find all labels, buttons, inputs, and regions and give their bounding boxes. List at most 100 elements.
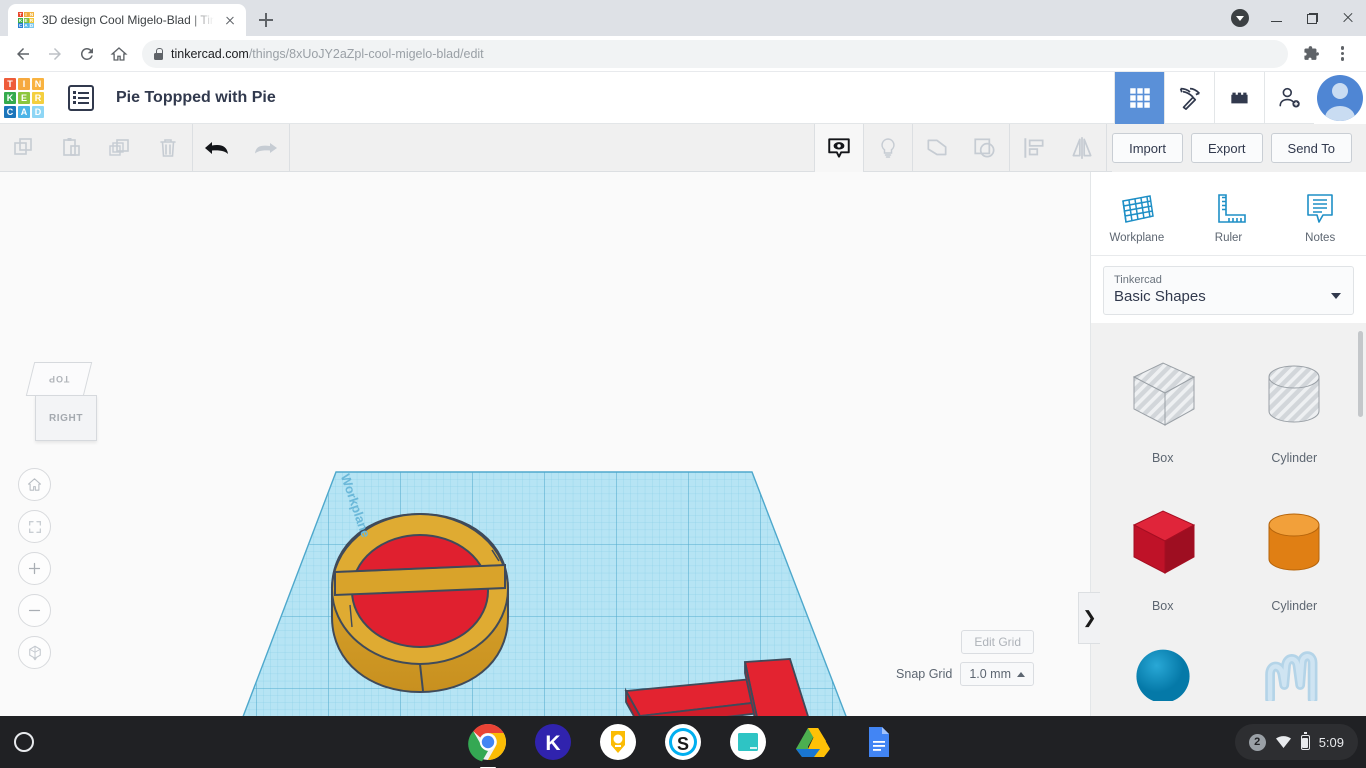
edit-grid-button[interactable]: Edit Grid	[961, 630, 1034, 654]
avatar[interactable]	[1314, 72, 1366, 124]
maximize-button[interactable]	[1294, 0, 1330, 36]
bulb-glyph	[881, 137, 895, 158]
notes-tool[interactable]: Notes	[1274, 172, 1366, 255]
address-bar[interactable]: tinkercad.com/things/8xUoJY2aZpl-cool-mi…	[142, 39, 1288, 68]
close-tab-icon[interactable]	[222, 12, 238, 28]
paste-icon[interactable]	[48, 124, 96, 172]
library-name: Basic Shapes	[1114, 288, 1206, 305]
forward-button[interactable]	[40, 39, 70, 69]
send-to-button[interactable]: Send To	[1270, 133, 1352, 163]
shapes-scrollbar[interactable]	[1358, 331, 1363, 417]
library-selector-wrap: Tinkercad Basic Shapes	[1091, 256, 1366, 323]
shape-label: Box	[1151, 599, 1174, 613]
copy-icon[interactable]	[0, 124, 48, 172]
shape-sphere[interactable]	[1099, 631, 1227, 701]
google-keep-app-icon[interactable]	[598, 722, 638, 762]
tinkercad-toolbar: Import Export Send To	[0, 123, 1366, 172]
shape-cylinder-hole[interactable]: Cylinder	[1231, 335, 1359, 479]
logo-tile-k: K	[4, 91, 16, 104]
downloads-button[interactable]	[1222, 0, 1258, 36]
logo-tile-t: T	[4, 77, 16, 90]
logo-tile-e: E	[23, 17, 29, 23]
logo-tile-a: A	[23, 23, 29, 28]
duplicate-icon[interactable]	[96, 124, 144, 172]
shape-scribble[interactable]	[1231, 631, 1359, 701]
import-button[interactable]: Import	[1112, 133, 1183, 163]
browser-tab[interactable]: TIN KER CAD 3D design Cool Migelo-Blad | T…	[8, 4, 246, 36]
perspective-toggle-icon[interactable]	[18, 636, 51, 669]
kami-app-icon[interactable]: K	[533, 722, 573, 762]
cylinder-hatched-thumb	[1268, 365, 1320, 423]
battery-icon	[1300, 732, 1310, 750]
group-icon[interactable]	[913, 124, 961, 172]
delete-trash-icon[interactable]	[144, 124, 192, 172]
logo-tile-r: R	[32, 91, 44, 104]
shape-box-solid[interactable]: Box	[1099, 483, 1227, 627]
toolbar-divider-2	[289, 123, 290, 172]
snap-grid-control: Snap Grid 1.0 mm	[896, 662, 1034, 686]
export-button[interactable]: Export	[1190, 133, 1263, 163]
logo-tile-r: R	[29, 17, 34, 23]
chrome-menu-button[interactable]	[1328, 39, 1358, 69]
url-path: /things/8xUoJY2aZpl-cool-migelo-blad/edi…	[248, 46, 484, 61]
add-user-icon[interactable]	[1264, 72, 1314, 124]
chrome-app-icon[interactable]	[468, 722, 508, 768]
show-hide-eye-icon[interactable]	[815, 123, 863, 172]
zoom-out-icon[interactable]	[18, 594, 51, 627]
extensions-button[interactable]	[1296, 39, 1326, 69]
minimize-button[interactable]	[1258, 0, 1294, 36]
library-selector[interactable]: Tinkercad Basic Shapes	[1103, 266, 1354, 315]
system-tray[interactable]: 2 5:09	[1234, 724, 1358, 760]
grid-icon	[1129, 88, 1150, 108]
mirror-icon[interactable]	[1058, 124, 1106, 172]
drive-glyph	[796, 728, 830, 757]
project-menu-button[interactable]	[68, 84, 94, 111]
new-tab-button[interactable]	[252, 6, 280, 34]
panel-collapse-handle[interactable]: ❯	[1078, 592, 1100, 644]
shelf-app-list: K S	[468, 722, 898, 768]
shape-box-hole[interactable]: Box	[1099, 335, 1227, 479]
redo-glyph	[255, 142, 277, 153]
home-button[interactable]	[104, 39, 134, 69]
snap-grid-select[interactable]: 1.0 mm	[960, 662, 1034, 686]
ruler-icon	[1217, 194, 1246, 223]
skype-app-icon[interactable]: S	[663, 722, 703, 762]
view-tool-group	[814, 123, 1107, 172]
logo-tile-i: I	[18, 77, 30, 90]
view-cube-front-face[interactable]: RIGHT	[35, 395, 97, 441]
google-docs-app-icon[interactable]	[858, 722, 898, 762]
google-drive-app-icon[interactable]	[793, 722, 833, 762]
ungroup-icon[interactable]	[961, 124, 1009, 172]
tinkercad-logo[interactable]: TIN KER CAD	[2, 76, 46, 120]
view-cube-top-face[interactable]: TOP	[25, 362, 93, 396]
shape-cylinder-solid[interactable]: Cylinder	[1231, 483, 1359, 627]
view-cube-top-label: TOP	[48, 374, 70, 384]
zoom-in-icon[interactable]	[18, 552, 51, 585]
back-button[interactable]	[8, 39, 38, 69]
snap-grid-value: 1.0 mm	[969, 667, 1011, 681]
align-glyph	[1024, 137, 1044, 158]
lightbulb-icon[interactable]	[864, 124, 912, 172]
undo-icon[interactable]	[193, 124, 241, 172]
launcher-button[interactable]	[14, 732, 34, 752]
paste-glyph	[63, 137, 80, 156]
home-view-icon[interactable]	[18, 468, 51, 501]
pickaxe-minecraft-icon[interactable]	[1164, 72, 1214, 124]
redo-icon[interactable]	[241, 124, 289, 172]
teal-app-icon[interactable]	[728, 722, 768, 762]
home-glyph	[27, 478, 42, 491]
svg-text:S: S	[677, 734, 689, 754]
align-icon[interactable]	[1010, 124, 1058, 172]
grid-3d-designs-icon[interactable]	[1114, 72, 1164, 124]
fit-to-view-icon[interactable]	[18, 510, 51, 543]
brick-blocks-icon[interactable]	[1214, 72, 1264, 124]
reload-button[interactable]	[72, 39, 102, 69]
close-window-button[interactable]	[1330, 0, 1366, 36]
design-canvas[interactable]: Workplane TOP RIGHT Edit Grid Snap Grid …	[0, 172, 1090, 724]
logo-tile-k: K	[18, 17, 23, 23]
tinkercad-header: TIN KER CAD Pie Toppped with Pie	[0, 72, 1366, 124]
ruler-tool[interactable]: Ruler	[1183, 172, 1275, 255]
workplane-tool[interactable]: Workplane	[1091, 172, 1183, 255]
view-cube[interactable]: TOP RIGHT	[25, 362, 105, 444]
ruler-tool-label: Ruler	[1214, 232, 1243, 244]
